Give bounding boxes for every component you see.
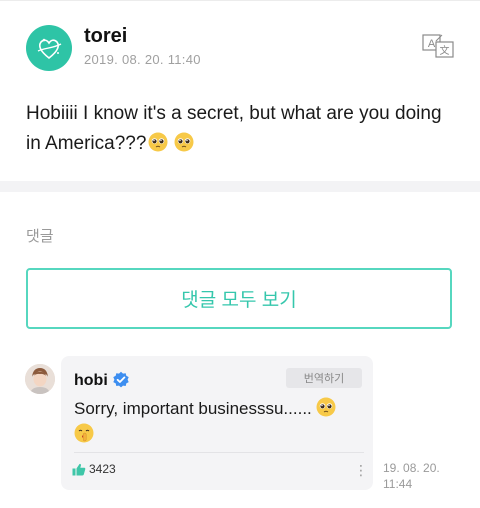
comment-timestamp: 19. 08. 20. 11:44 xyxy=(383,460,453,492)
comment-translate-button[interactable]: 번역하기 xyxy=(286,368,362,388)
pleading-face-emoji xyxy=(148,132,168,152)
verified-badge-icon xyxy=(113,371,129,388)
like-count: 3423 xyxy=(89,462,116,476)
post-text: Hobiiii I know it's a secret, but what a… xyxy=(26,103,442,154)
top-divider xyxy=(0,0,480,1)
svg-text:文: 文 xyxy=(440,44,450,57)
view-all-comments-button[interactable]: 댓글 모두 보기 xyxy=(26,268,452,329)
comment-divider xyxy=(74,452,364,453)
translate-icon: A 文 xyxy=(422,34,454,58)
comment-text-block: Sorry, important businesssu...... xyxy=(74,396,364,448)
svg-text:A: A xyxy=(428,38,436,50)
shushing-face-emoji xyxy=(74,423,94,443)
like-button[interactable]: 3423 xyxy=(72,462,116,476)
author-avatar[interactable] xyxy=(26,25,72,71)
comment-date: 19. 08. 20. xyxy=(383,461,440,475)
commenter-name[interactable]: hobi xyxy=(74,372,108,390)
heart-logo-icon xyxy=(37,38,62,60)
pleading-face-emoji xyxy=(174,132,194,152)
comment-time: 11:44 xyxy=(383,477,413,491)
more-options-button[interactable]: ⋮ xyxy=(354,462,368,479)
comment-bubble: hobi 번역하기 Sorry, important businesssu...… xyxy=(61,356,373,490)
person-avatar-icon xyxy=(25,364,55,394)
section-divider xyxy=(0,181,480,192)
comments-label: 댓글 xyxy=(26,228,54,245)
comment-text: Sorry, important businesssu...... xyxy=(74,399,312,418)
translate-button[interactable]: A 文 xyxy=(422,33,456,59)
commenter-avatar[interactable] xyxy=(25,364,55,394)
author-name[interactable]: torei xyxy=(84,25,127,48)
post-timestamp: 2019. 08. 20. 11:40 xyxy=(84,52,201,67)
thumbs-up-icon xyxy=(72,463,86,475)
post-body: Hobiiii I know it's a secret, but what a… xyxy=(26,99,446,159)
pleading-face-emoji xyxy=(316,397,336,417)
